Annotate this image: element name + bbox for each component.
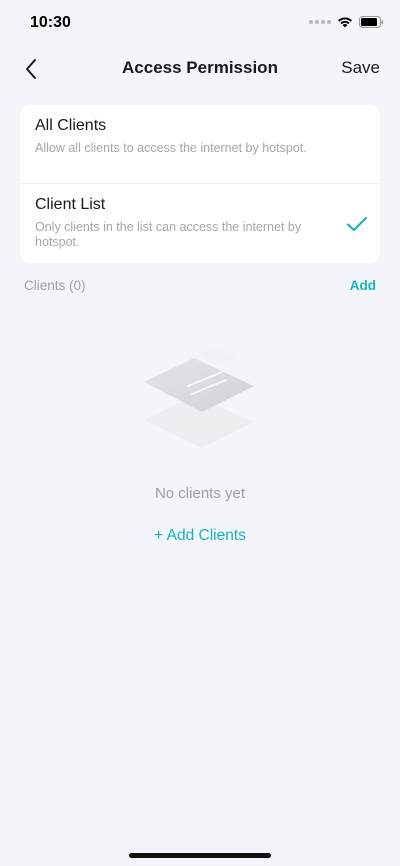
empty-list-illustration [144, 348, 254, 448]
empty-state-message: No clients yet [154, 485, 246, 502]
status-bar: 10:30 [0, 0, 400, 46]
option-title: All Clients [35, 117, 107, 134]
check-icon [346, 216, 368, 232]
access-options-card: All Clients Allow all clients to access … [20, 105, 380, 263]
clients-section-header: Clients (0) Add [24, 278, 376, 296]
wifi-icon [338, 17, 352, 28]
cellular-dots-icon [309, 20, 331, 24]
add-clients-button[interactable]: + Add Clients [100, 527, 300, 545]
option-description: Only clients in the list can access the … [35, 220, 302, 249]
option-all-clients[interactable]: All Clients Allow all clients to access … [20, 105, 380, 184]
option-description: Allow all clients to access the internet… [35, 141, 307, 155]
option-title: Client List [35, 196, 106, 213]
home-indicator [129, 853, 271, 858]
status-time: 10:30 [30, 14, 71, 31]
battery-icon [359, 16, 384, 28]
clients-count-label: Clients (0) [24, 278, 86, 293]
save-button[interactable]: Save [341, 58, 380, 78]
option-client-list[interactable]: Client List Only clients in the list can… [20, 184, 380, 263]
page-title: Access Permission [122, 58, 278, 77]
status-icons [309, 16, 384, 28]
nav-bar: Access Permission Save [0, 46, 400, 90]
add-button[interactable]: Add [350, 278, 376, 293]
